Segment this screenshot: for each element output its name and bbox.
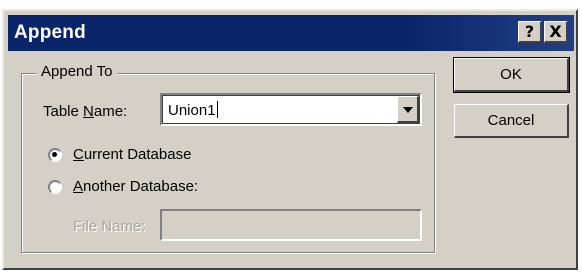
another-database-label[interactable]: Another Database: xyxy=(73,178,198,195)
current-database-label[interactable]: Current Database xyxy=(73,146,191,163)
file-name-label: File Name: xyxy=(73,218,146,235)
text-caret xyxy=(216,101,218,118)
ok-button[interactable]: OK xyxy=(453,57,570,93)
another-database-radio[interactable] xyxy=(48,180,62,194)
close-button[interactable]: X xyxy=(544,21,568,43)
table-name-combobox[interactable]: Union1 xyxy=(160,93,422,126)
cancel-button[interactable]: Cancel xyxy=(454,104,569,138)
file-name-input xyxy=(160,209,422,241)
title-bar[interactable]: Append ? X xyxy=(8,15,574,51)
dropdown-arrow-icon[interactable] xyxy=(397,96,419,123)
group-legend: Append To xyxy=(36,63,118,80)
table-name-value[interactable]: Union1 xyxy=(168,101,218,119)
help-button[interactable]: ? xyxy=(518,21,542,43)
dialog-title: Append xyxy=(14,22,86,43)
current-database-radio[interactable] xyxy=(48,148,62,162)
table-name-label: Table Name: xyxy=(43,103,128,120)
